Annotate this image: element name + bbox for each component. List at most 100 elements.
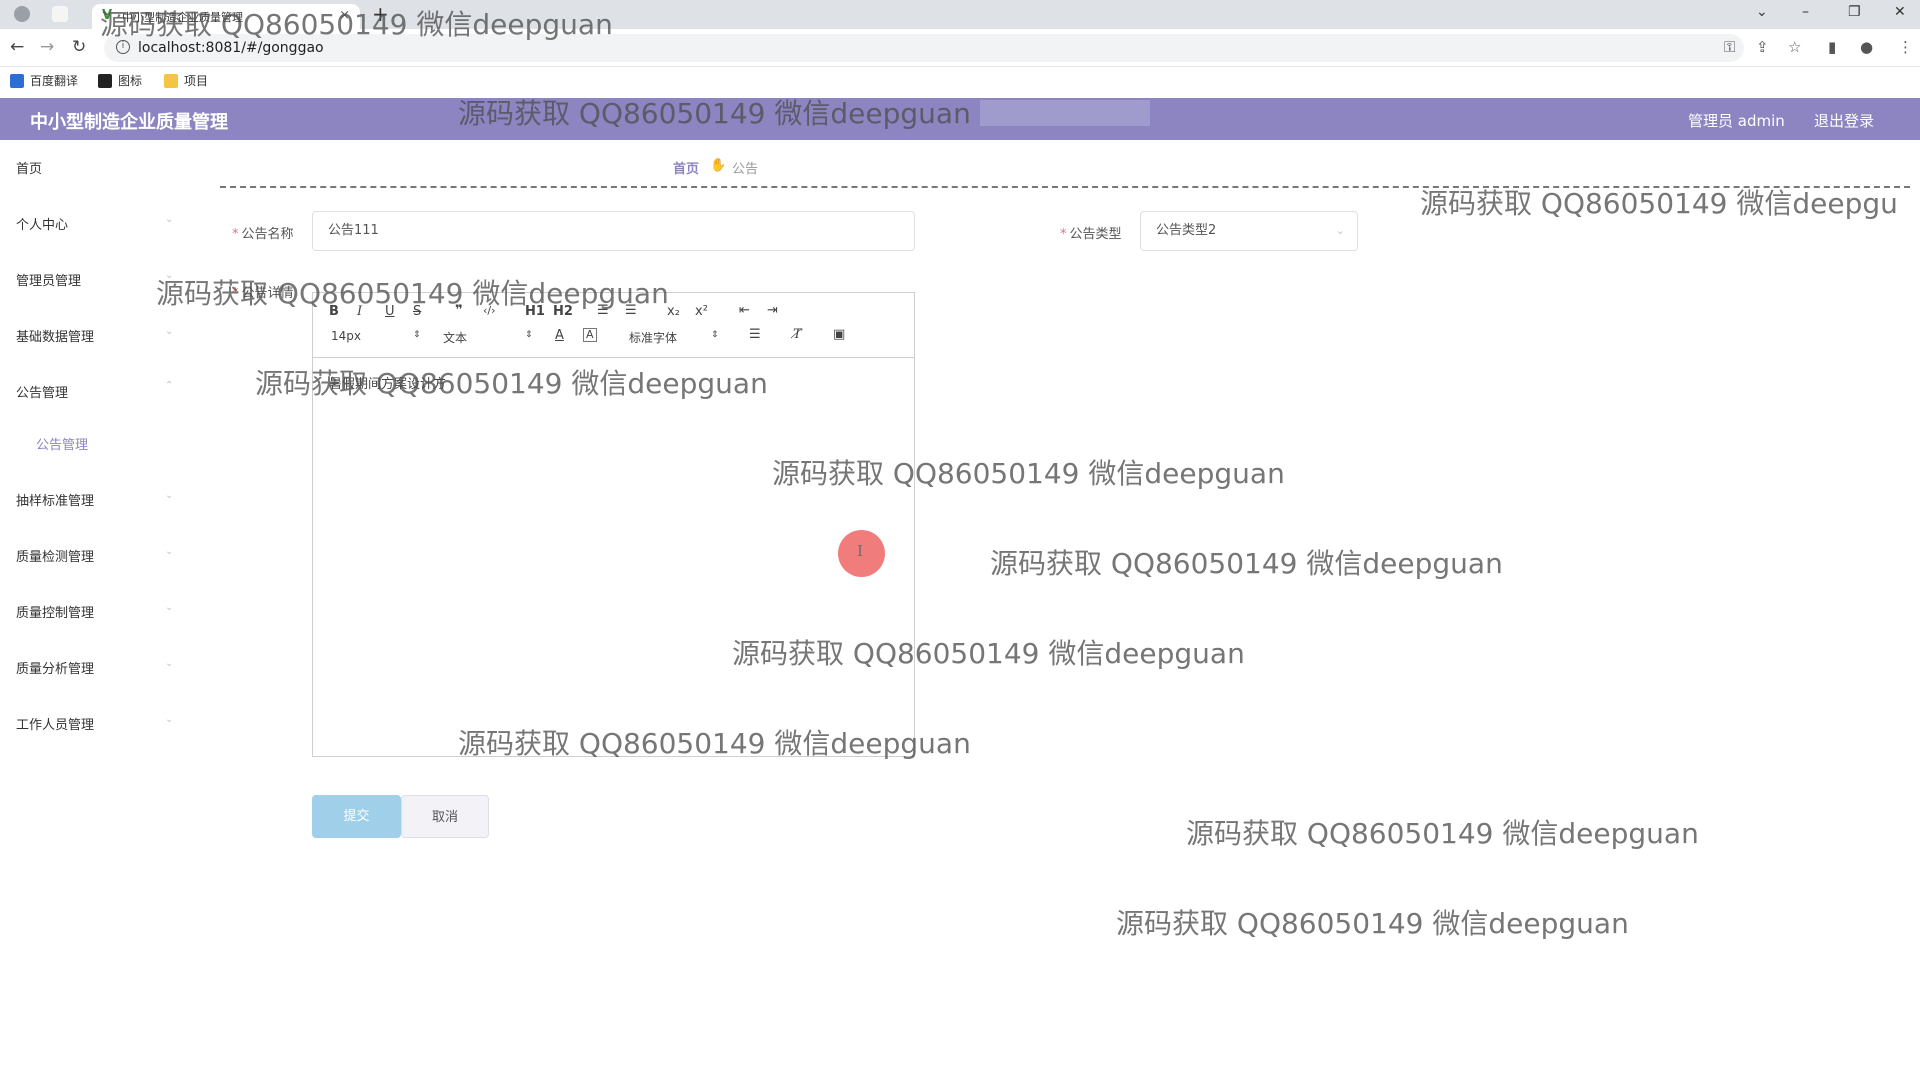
url-text: localhost:8081/#/gonggao [138, 40, 324, 56]
reload-icon[interactable]: ↻ [72, 37, 86, 57]
chevron-up-icon: ⌃ [165, 380, 174, 391]
share-icon[interactable]: ⇪ [1756, 38, 1769, 56]
cancel-button[interactable]: 取消 [401, 795, 489, 838]
chevron-down-icon: ⌄ [165, 658, 174, 669]
header-select-value: 文本 [443, 331, 468, 345]
watermark: 源码获取 QQ86050149 微信deepguan [990, 547, 1503, 580]
current-user: 管理员 admin [1688, 112, 1785, 130]
watermark: 源码获取 QQ86050149 微信deepgu [1420, 187, 1898, 220]
hand-icon: ✋ [710, 158, 727, 173]
image-icon[interactable]: ▣ [833, 327, 845, 342]
name-label: * 公告名称 [232, 227, 294, 242]
mouse-cursor-highlight: I [838, 530, 885, 577]
indent-icon[interactable]: ⇥ [767, 303, 778, 318]
site-info-icon[interactable]: i [116, 40, 130, 54]
bullet-list-icon[interactable]: ☰ [625, 303, 637, 318]
more-icon[interactable]: ⋮ [1898, 38, 1913, 56]
italic-icon[interactable]: I [357, 304, 362, 319]
tab-title: 中小型制造企业质量管理 [122, 11, 243, 24]
breadcrumb-home[interactable]: 首页 [673, 158, 699, 177]
image-icon [98, 73, 112, 88]
updown-icon: ⇕ [413, 330, 421, 340]
chevron-down-icon: ⌄ [165, 270, 174, 281]
bookmarks-bar: 百度翻译 图标 项目 [0, 67, 1920, 93]
url-field[interactable]: i localhost:8081/#/gonggao [104, 34, 1744, 62]
browser-address-bar: ← → ↻ i localhost:8081/#/gonggao ⚿ ⇪ ☆ ▮… [0, 29, 1920, 67]
browser-menu-icon[interactable] [14, 6, 30, 22]
logout-link[interactable]: 退出登录 [1814, 110, 1874, 131]
vue-favicon-icon: V [102, 8, 113, 23]
font-color-icon[interactable]: A [555, 328, 564, 343]
clear-format-icon[interactable]: T̸ [793, 327, 802, 342]
font-size-select[interactable]: 14px ⇕ [331, 329, 423, 343]
active-browser-tab[interactable]: V 中小型制造企业质量管理 × [92, 4, 360, 29]
watermark: 源码获取 QQ86050149 微信deepguan [1186, 817, 1699, 850]
sidebar-item-home[interactable]: 首页 [16, 158, 42, 177]
chevron-down-icon: ⌄ [165, 326, 174, 337]
window-close-icon[interactable]: ✕ [1894, 4, 1906, 20]
font-family-select[interactable]: 标准字体 ⇕ [629, 329, 721, 346]
name-input[interactable]: 公告111 [312, 211, 915, 251]
forward-icon[interactable]: → [40, 37, 54, 57]
sidebar-subitem-notice[interactable]: 公告管理 [36, 434, 88, 453]
sidebar-item-basic-data[interactable]: 基础数据管理 [16, 326, 94, 345]
sidebar-item-sampling[interactable]: 抽样标准管理 [16, 490, 94, 509]
editor-toolbar: B I U S ❞ ‹/› H1 H2 ☰ ☰ x₂ x² ⇤ ⇥ 14px ⇕… [313, 293, 914, 358]
editor-content[interactable]: 暑假期间方案设计方 [329, 373, 446, 392]
updown-icon: ⇕ [711, 330, 719, 340]
type-select-value: 公告类型2 [1156, 223, 1217, 238]
bookmark-item[interactable]: 项目 [164, 72, 208, 89]
underline-icon[interactable]: U [385, 304, 395, 319]
key-icon[interactable]: ⚿ [1724, 38, 1735, 56]
sidebar-item-profile[interactable]: 个人中心 [16, 214, 68, 233]
subscript-icon[interactable]: x₂ [667, 304, 680, 319]
updown-icon: ⇕ [525, 330, 533, 340]
sidebar-item-analysis[interactable]: 质量分析管理 [16, 658, 94, 677]
font-size-value: 14px [331, 329, 361, 343]
superscript-icon[interactable]: x² [695, 304, 708, 319]
header-select[interactable]: 文本 ⇕ [443, 329, 535, 346]
app-header: 中小型制造企业质量管理 管理员 admin 退出登录 [0, 98, 1920, 140]
bold-icon[interactable]: B [329, 304, 339, 319]
new-tab-icon[interactable]: + [372, 2, 389, 26]
detail-label: * 公告详情 [232, 286, 294, 301]
back-icon[interactable]: ← [10, 37, 24, 57]
tab-close-icon[interactable]: × [339, 8, 350, 23]
blockquote-icon[interactable]: ❞ [455, 303, 463, 318]
outdent-icon[interactable]: ⇤ [739, 303, 750, 318]
sidebar-item-staff[interactable]: 工作人员管理 [16, 714, 94, 733]
sidebar: 首页 个人中心 ⌄ 管理员管理 ⌄ 基础数据管理 ⌄ 公告管理 ⌃ 公告管理 抽… [0, 140, 190, 1040]
rich-text-editor: B I U S ❞ ‹/› H1 H2 ☰ ☰ x₂ x² ⇤ ⇥ 14px ⇕… [312, 292, 915, 757]
strike-icon[interactable]: S [413, 304, 421, 319]
background-color-icon[interactable]: A [583, 328, 597, 342]
h1-icon[interactable]: H1 [525, 304, 545, 319]
chevron-down-icon: ⌄ [165, 602, 174, 613]
submit-button[interactable]: 提交 [312, 795, 401, 838]
ordered-list-icon[interactable]: ☰ [597, 303, 609, 318]
tab-search-icon[interactable]: ⌄ [1756, 4, 1768, 20]
header-highlight [980, 100, 1150, 126]
bookmark-item[interactable]: 百度翻译 [10, 72, 78, 89]
sidebar-item-inspection[interactable]: 质量检测管理 [16, 546, 94, 565]
type-select[interactable]: 公告类型2 ⌄ [1140, 211, 1358, 251]
minimize-icon[interactable]: – [1802, 4, 1809, 20]
type-label: * 公告类型 [1060, 227, 1122, 242]
side-panel-icon[interactable]: ▮ [1828, 38, 1836, 56]
text-cursor-icon: I [857, 542, 863, 560]
bookmark-item[interactable]: 图标 [98, 72, 142, 89]
sidebar-item-admins[interactable]: 管理员管理 [16, 270, 81, 289]
tab-favicon-icon[interactable] [52, 6, 68, 22]
sidebar-item-control[interactable]: 质量控制管理 [16, 602, 94, 621]
h2-icon[interactable]: H2 [553, 304, 573, 319]
align-icon[interactable]: ☰ [749, 327, 761, 342]
profile-icon[interactable]: ● [1860, 38, 1873, 56]
bookmark-label: 图标 [118, 74, 143, 88]
breadcrumb-current: 公告 [732, 162, 759, 177]
chevron-down-icon: ⌄ [165, 714, 174, 725]
bookmark-star-icon[interactable]: ☆ [1788, 38, 1801, 56]
chevron-down-icon: ⌄ [165, 214, 174, 225]
sidebar-item-notice[interactable]: 公告管理 [16, 382, 68, 401]
chevron-down-icon: ⌄ [165, 546, 174, 557]
restore-icon[interactable]: ❐ [1848, 4, 1861, 20]
code-icon[interactable]: ‹/› [483, 304, 496, 317]
